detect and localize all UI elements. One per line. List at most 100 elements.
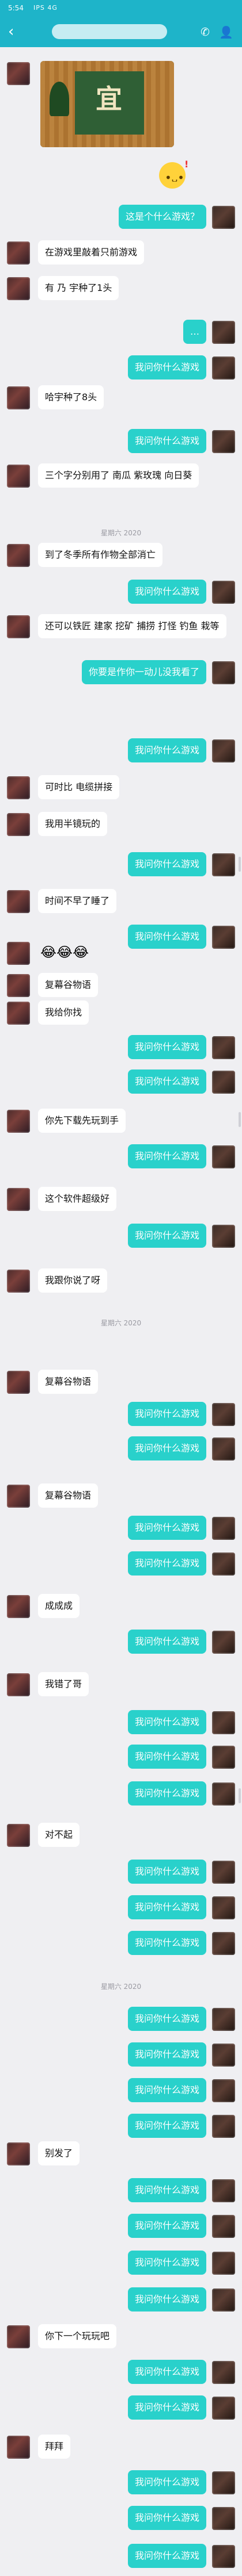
chat-bubble-outgoing[interactable]: 我问你什么游戏: [127, 2470, 206, 2494]
phone-icon[interactable]: ✆: [201, 26, 210, 39]
chat-bubble-outgoing[interactable]: 我问你什么游戏: [127, 2395, 206, 2420]
avatar[interactable]: [7, 890, 30, 913]
chat-bubble-incoming[interactable]: 复幕谷物语: [38, 973, 99, 997]
avatar[interactable]: [212, 1631, 235, 1654]
avatar[interactable]: [7, 1110, 30, 1133]
chat-bubble-outgoing[interactable]: 我问你什么游戏: [127, 1516, 206, 1540]
avatar[interactable]: [212, 2079, 235, 2102]
avatar[interactable]: [212, 2545, 235, 2568]
avatar[interactable]: [212, 739, 235, 762]
chat-bubble-outgoing[interactable]: 我问你什么游戏: [127, 1224, 206, 1248]
chat-bubble-incoming[interactable]: 哈宇种了8头: [38, 385, 104, 409]
chat-bubble-outgoing[interactable]: 我问你什么游戏: [127, 1860, 206, 1884]
chat-bubble-outgoing[interactable]: 我问你什么游戏: [127, 1144, 206, 1168]
sticker[interactable]: •᎑• !: [159, 159, 188, 189]
chat-bubble-incoming[interactable]: 可时比 电缆拼接: [38, 775, 120, 799]
chat-bubble-outgoing[interactable]: 我问你什么游戏: [127, 2007, 206, 2031]
avatar[interactable]: [7, 386, 30, 409]
avatar[interactable]: [212, 1711, 235, 1734]
avatar[interactable]: [7, 1371, 30, 1394]
chat-bubble-outgoing[interactable]: 我问你什么游戏: [127, 852, 206, 876]
avatar[interactable]: [7, 2325, 30, 2348]
chat-bubble-incoming[interactable]: 成成成: [38, 1594, 80, 1618]
avatar[interactable]: [7, 1824, 30, 1847]
chat-bubble-outgoing[interactable]: 我问你什么游戏: [127, 355, 206, 379]
avatar[interactable]: [7, 1270, 30, 1293]
chat-bubble-outgoing[interactable]: …: [183, 320, 206, 344]
avatar[interactable]: [7, 465, 30, 488]
chat-bubble-outgoing[interactable]: 我问你什么游戏: [127, 2178, 206, 2202]
chat-bubble-outgoing[interactable]: 我问你什么游戏: [127, 429, 206, 453]
chat-bubble-outgoing[interactable]: 我问你什么游戏: [127, 1710, 206, 1734]
avatar[interactable]: [212, 1746, 235, 1769]
avatar[interactable]: [212, 1932, 235, 1955]
avatar[interactable]: [212, 1861, 235, 1884]
avatar[interactable]: [7, 974, 30, 997]
chat-bubble-outgoing[interactable]: 我问你什么游戏: [127, 1895, 206, 1919]
avatar[interactable]: [7, 1485, 30, 1508]
avatar[interactable]: [212, 2471, 235, 2494]
chat-bubble-outgoing[interactable]: 我问你什么游戏: [127, 1551, 206, 1575]
chat-bubble-outgoing[interactable]: 我问你什么游戏: [127, 2214, 206, 2238]
chat-bubble-outgoing[interactable]: 我问你什么游戏: [127, 1931, 206, 1955]
chat-bubble-incoming[interactable]: 三个字分别用了 南瓜 紫玫瑰 向日葵: [38, 463, 199, 488]
avatar[interactable]: [7, 2142, 30, 2165]
chat-bubble-outgoing[interactable]: 我问你什么游戏: [127, 2544, 206, 2568]
avatar[interactable]: [7, 1188, 30, 1211]
avatar[interactable]: [212, 2252, 235, 2275]
avatar[interactable]: [212, 1071, 235, 1094]
chat-bubble-incoming[interactable]: 你先下载先玩到手: [38, 1109, 126, 1133]
chat-bubble-incoming[interactable]: 还可以铁匠 建家 挖矿 捕捞 打怪 钓鱼 栽等: [38, 614, 226, 638]
avatar[interactable]: [212, 1036, 235, 1059]
chat-bubble-outgoing[interactable]: 我问你什么游戏: [127, 2287, 206, 2312]
chat-bubble-incoming[interactable]: 我跟你说了呀: [38, 1268, 108, 1293]
chat-bubble-incoming[interactable]: 复幕谷物语: [38, 1483, 99, 1508]
chat-bubble-outgoing[interactable]: 我问你什么游戏: [127, 2078, 206, 2102]
chat-bubble-outgoing[interactable]: 我问你什么游戏: [127, 2042, 206, 2067]
contact-profile-icon[interactable]: 👤: [219, 25, 233, 39]
avatar[interactable]: [212, 2361, 235, 2384]
chat-bubble-incoming[interactable]: 这个软件超级好: [38, 1187, 117, 1211]
avatar[interactable]: [212, 321, 235, 344]
avatar[interactable]: [212, 1225, 235, 1248]
chat-bubble-outgoing[interactable]: 我问你什么游戏: [127, 1035, 206, 1059]
avatar[interactable]: [212, 1403, 235, 1426]
chat-bubble-outgoing[interactable]: 我问你什么游戏: [127, 738, 206, 762]
chat-bubble-outgoing[interactable]: 我问你什么游戏: [127, 580, 206, 604]
avatar[interactable]: [212, 1782, 235, 1805]
chat-bubble-outgoing[interactable]: 我问你什么游戏: [127, 1436, 206, 1460]
avatar[interactable]: [7, 813, 30, 836]
chat-bubble-incoming[interactable]: 对不起: [38, 1823, 80, 1847]
chat-bubble-incoming[interactable]: 别发了: [38, 2141, 80, 2165]
chat-bubble-outgoing[interactable]: 我问你什么游戏: [127, 1630, 206, 1654]
avatar[interactable]: [212, 1552, 235, 1575]
avatar[interactable]: [212, 1438, 235, 1460]
chat-bubble-outgoing[interactable]: 这是个什么游戏？: [118, 205, 206, 229]
chat-bubble-outgoing[interactable]: 我问你什么游戏: [127, 925, 206, 949]
avatar[interactable]: [212, 1145, 235, 1168]
chat-bubble-incoming[interactable]: 有 乃 宇种了1头: [38, 276, 119, 300]
chat-bubble-outgoing[interactable]: 我问你什么游戏: [127, 1402, 206, 1426]
avatar[interactable]: [212, 206, 235, 229]
scrollbar-thumb[interactable]: [239, 1112, 241, 1127]
avatar[interactable]: [7, 277, 30, 300]
chat-bubble-incoming[interactable]: 时间不早了睡了: [38, 889, 117, 913]
avatar[interactable]: [212, 661, 235, 684]
avatar[interactable]: [212, 430, 235, 453]
avatar[interactable]: [212, 853, 235, 876]
avatar[interactable]: [7, 544, 30, 567]
avatar[interactable]: [7, 2436, 30, 2459]
chat-bubble-outgoing[interactable]: 我问你什么游戏: [127, 2114, 206, 2138]
avatar[interactable]: [7, 776, 30, 799]
chat-bubble-incoming[interactable]: 在游戏里敲着只前游戏: [38, 240, 145, 264]
avatar[interactable]: [212, 2397, 235, 2420]
avatar[interactable]: [212, 926, 235, 949]
avatar[interactable]: [7, 942, 30, 965]
chat-bubble-outgoing[interactable]: 我问你什么游戏: [127, 2251, 206, 2275]
back-icon[interactable]: ‹: [8, 24, 14, 39]
avatar[interactable]: [7, 62, 30, 85]
avatar[interactable]: [212, 2115, 235, 2138]
avatar[interactable]: [212, 581, 235, 604]
avatar[interactable]: [212, 1517, 235, 1540]
chat-bubble-incoming[interactable]: 你下一个玩玩吧: [38, 2324, 117, 2348]
